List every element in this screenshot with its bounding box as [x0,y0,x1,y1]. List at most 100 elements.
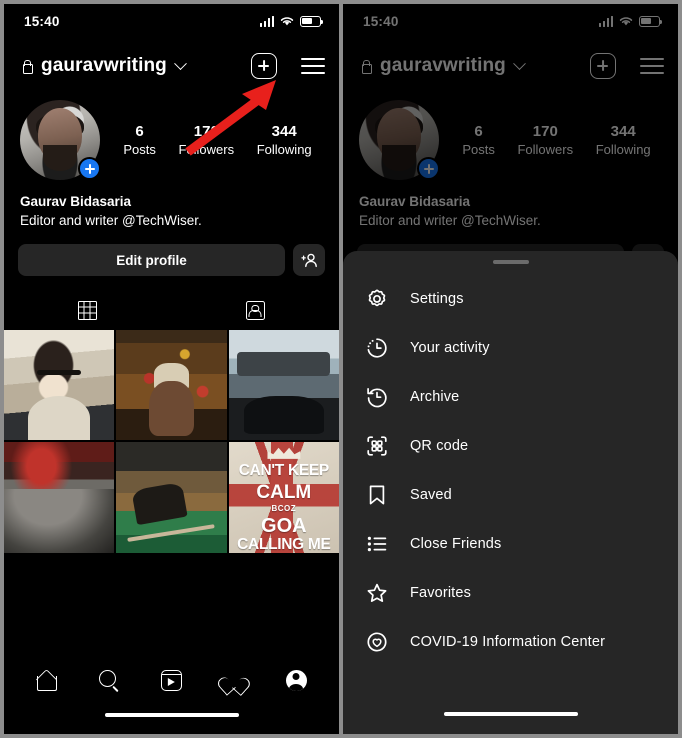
signal-bars-icon [598,15,613,27]
stat-following[interactable]: 344 Following [257,122,312,159]
activity-clock-icon [367,337,387,358]
grid-photo[interactable] [116,442,227,553]
plus-square-icon[interactable] [251,53,277,79]
status-time: 15:40 [363,13,399,29]
stats-counters: 6 Posts 170 Followers 344 Following [439,122,662,159]
reels-icon[interactable] [160,669,182,691]
stats-counters: 6 Posts 170 Followers 344 Following [100,122,323,159]
heart-circle-icon [367,631,387,652]
home-icon[interactable] [36,670,58,691]
stat-followers[interactable]: 170 Followers [517,122,573,159]
plus-badge-icon[interactable] [417,157,440,180]
display-name: Gaurav Bidasaria [20,194,132,209]
menu-item-qr-code[interactable]: QR code [343,421,678,470]
bio-section: Gaurav Bidasaria Editor and writer @Tech… [4,180,339,230]
menu-item-saved[interactable]: Saved [343,470,678,519]
avatar[interactable] [359,100,440,180]
profile-tabs [4,292,339,328]
poster-line-4: GOA [261,515,307,538]
chevron-down-icon[interactable] [174,56,187,70]
menu-item-settings[interactable]: Settings [343,274,678,323]
avatar-beard [43,144,77,171]
menu-label: COVID-19 Information Center [410,633,606,650]
grid-icon [78,300,98,320]
search-icon[interactable] [99,669,120,691]
lock-icon [359,59,372,74]
posts-label: Posts [123,141,156,157]
menu-item-close-friends[interactable]: Close Friends [343,519,678,568]
poster-line-1: CAN'T KEEP [238,462,330,480]
following-count: 344 [610,122,636,140]
qr-code-icon [367,435,387,456]
grid-tab[interactable] [4,292,172,328]
profile-header: gauravwriting [343,38,678,94]
stat-following[interactable]: 344 Following [596,122,651,159]
stats-row: 6 Posts 170 Followers 344 Following [4,94,339,180]
menu-bottom-sheet: Settings Your activity Archive QR code S… [343,251,678,734]
profile-avatar-icon[interactable] [285,669,307,691]
menu-label: QR code [410,437,469,454]
avatar-beard [382,144,416,171]
status-time: 15:40 [24,13,60,29]
menu-list: Settings Your activity Archive QR code S… [343,268,678,666]
lock-icon [20,59,33,74]
gear-icon [368,289,386,306]
bookmark-icon [369,485,385,504]
plus-square-icon[interactable] [590,53,616,79]
username-label[interactable]: gauravwriting [380,55,506,77]
stat-posts[interactable]: 6 Posts [123,122,156,159]
grid-photo[interactable] [228,330,339,441]
menu-item-favorites[interactable]: Favorites [343,568,678,617]
bio-text: Editor and writer @TechWiser. [359,213,541,228]
menu-label: Favorites [410,584,471,601]
stat-posts[interactable]: 6 Posts [462,122,495,159]
bottom-navigation [4,656,339,734]
battery-icon [639,15,663,27]
hamburger-menu-icon[interactable] [640,57,664,75]
grid-photo[interactable] [4,442,115,553]
bio-text: Editor and writer @TechWiser. [20,213,202,228]
poster-line-3: BCOZ [271,504,297,514]
photo-grid: CAN'T KEEP CALM BCOZ GOA CALLING ME [4,330,339,553]
grid-photo[interactable]: CAN'T KEEP CALM BCOZ GOA CALLING ME [228,442,339,553]
username-label[interactable]: gauravwriting [41,55,167,77]
left-phone-screen: 15:40 gauravwriting 6 Posts 170 Follower… [0,0,341,738]
home-indicator-area [343,711,678,725]
avatar[interactable] [20,100,101,180]
tagged-tab[interactable] [172,292,340,328]
stat-followers[interactable]: 170 Followers [178,122,234,159]
drag-handle[interactable] [492,260,529,264]
wifi-icon [619,17,633,26]
add-person-icon [300,253,317,267]
grid-photo[interactable] [4,330,115,441]
add-person-button[interactable] [293,244,325,276]
poster-line-5: CALLING ME [237,536,331,553]
heart-icon[interactable] [223,670,245,690]
home-indicator [443,711,578,716]
home-indicator [104,712,239,718]
home-indicator-area [4,704,339,734]
chevron-down-icon[interactable] [513,56,526,70]
menu-item-your-activity[interactable]: Your activity [343,323,678,372]
plus-badge-icon[interactable] [78,157,101,180]
status-bar: 15:40 [4,4,339,38]
stats-row: 6 Posts 170 Followers 344 Following [343,94,678,180]
menu-item-archive[interactable]: Archive [343,372,678,421]
tagged-icon [245,300,265,320]
menu-label: Settings [410,290,464,307]
edit-profile-button[interactable]: Edit profile [18,244,285,276]
menu-label: Archive [410,388,460,405]
screenshot-root: 15:40 gauravwriting 6 Posts 170 Follower… [0,0,682,738]
display-name: Gaurav Bidasaria [359,194,471,209]
hamburger-menu-icon[interactable] [301,57,325,75]
wifi-icon [280,17,294,26]
action-row: Edit profile [4,230,339,276]
grid-photo[interactable] [116,330,227,441]
followers-count: 170 [532,122,558,140]
posts-label: Posts [462,141,495,157]
right-phone-screen: 15:40 gauravwriting 6 Posts 170 Follower… [341,0,682,738]
posts-count: 6 [474,122,483,140]
menu-label: Close Friends [410,535,502,552]
menu-label: Your activity [410,339,490,356]
menu-item-covid-info[interactable]: COVID-19 Information Center [343,617,678,666]
